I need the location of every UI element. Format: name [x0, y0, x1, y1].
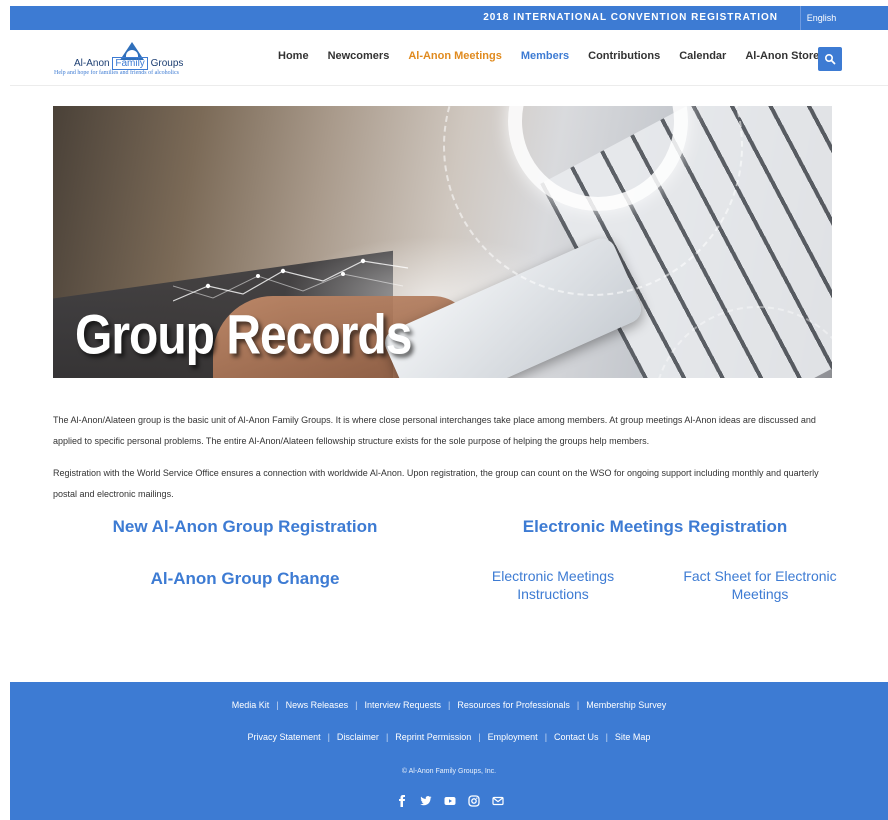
site-header: Al-Anon Family Groups Help and hope for …	[10, 30, 888, 86]
nav-members[interactable]: Members	[521, 50, 569, 66]
new-group-registration-link[interactable]: New Al-Anon Group Registration	[100, 517, 390, 537]
copyright-text: © Al-Anon Family Groups, Inc.	[401, 768, 497, 775]
footer-link-disclaimer[interactable]: Disclaimer	[337, 732, 379, 742]
facebook-icon[interactable]	[396, 794, 408, 807]
nav-al-anon-store[interactable]: Al-Anon Store	[745, 50, 819, 66]
intro-paragraph: The Al-Anon/Alateen group is the basic u…	[53, 415, 816, 446]
fact-sheet-electronic-meetings-link[interactable]: Fact Sheet for Electronic Meetings	[670, 567, 850, 603]
footer-link-resources-professionals[interactable]: Resources for Professionals	[457, 700, 570, 710]
logo-name: Al-Anon Family Groups	[74, 57, 184, 70]
footer-links-row-2: Privacy Statement | Disclaimer | Reprint Per…	[247, 732, 651, 742]
footer-link-contact-us[interactable]: Contact Us	[554, 732, 599, 742]
hero-banner: Group Records	[53, 106, 832, 378]
footer-link-privacy-statement[interactable]: Privacy Statement	[248, 732, 321, 742]
footer-link-employment[interactable]: Employment	[488, 732, 538, 742]
main-nav: Home Newcomers Al-Anon Meetings Members …	[278, 50, 838, 66]
site-footer: Media Kit | News Releases | Interview Reques…	[10, 682, 888, 820]
social-links	[396, 794, 504, 807]
electronic-meetings-registration-link[interactable]: Electronic Meetings Registration	[510, 517, 800, 537]
registration-paragraph: Registration with the World Service Offi…	[53, 468, 819, 499]
nav-newcomers[interactable]: Newcomers	[328, 50, 390, 66]
hero-title: Group Records	[75, 305, 412, 367]
logo-tagline: Help and hope for families and friends o…	[54, 70, 179, 76]
footer-link-media-kit[interactable]: Media Kit	[232, 700, 270, 710]
nav-contributions[interactable]: Contributions	[588, 50, 660, 66]
language-selector[interactable]: English	[800, 6, 842, 30]
footer-link-membership-survey[interactable]: Membership Survey	[586, 700, 666, 710]
nav-home[interactable]: Home	[278, 50, 309, 66]
search-icon	[824, 53, 836, 65]
convention-registration-link[interactable]: 2018 INTERNATIONAL CONVENTION REGISTRATI…	[483, 6, 778, 30]
nav-al-anon-meetings[interactable]: Al-Anon Meetings	[408, 50, 502, 66]
group-change-link[interactable]: Al-Anon Group Change	[100, 569, 390, 589]
search-button[interactable]	[818, 47, 842, 71]
site-logo[interactable]: Al-Anon Family Groups Help and hope for …	[54, 40, 224, 76]
email-icon[interactable]	[492, 794, 504, 806]
top-bar: 2018 INTERNATIONAL CONVENTION REGISTRATI…	[10, 6, 888, 30]
electronic-meetings-instructions-link[interactable]: Electronic Meetings Instructions	[480, 567, 626, 603]
footer-link-interview-requests[interactable]: Interview Requests	[364, 700, 441, 710]
youtube-icon[interactable]	[444, 794, 456, 806]
instagram-icon[interactable]	[468, 794, 480, 807]
footer-link-site-map[interactable]: Site Map	[615, 732, 651, 742]
footer-link-news-releases[interactable]: News Releases	[286, 700, 349, 710]
footer-links-row-1: Media Kit | News Releases | Interview Reques…	[231, 700, 667, 710]
nav-calendar[interactable]: Calendar	[679, 50, 726, 66]
twitter-icon[interactable]	[420, 794, 432, 806]
footer-link-reprint-permission[interactable]: Reprint Permission	[395, 732, 471, 742]
